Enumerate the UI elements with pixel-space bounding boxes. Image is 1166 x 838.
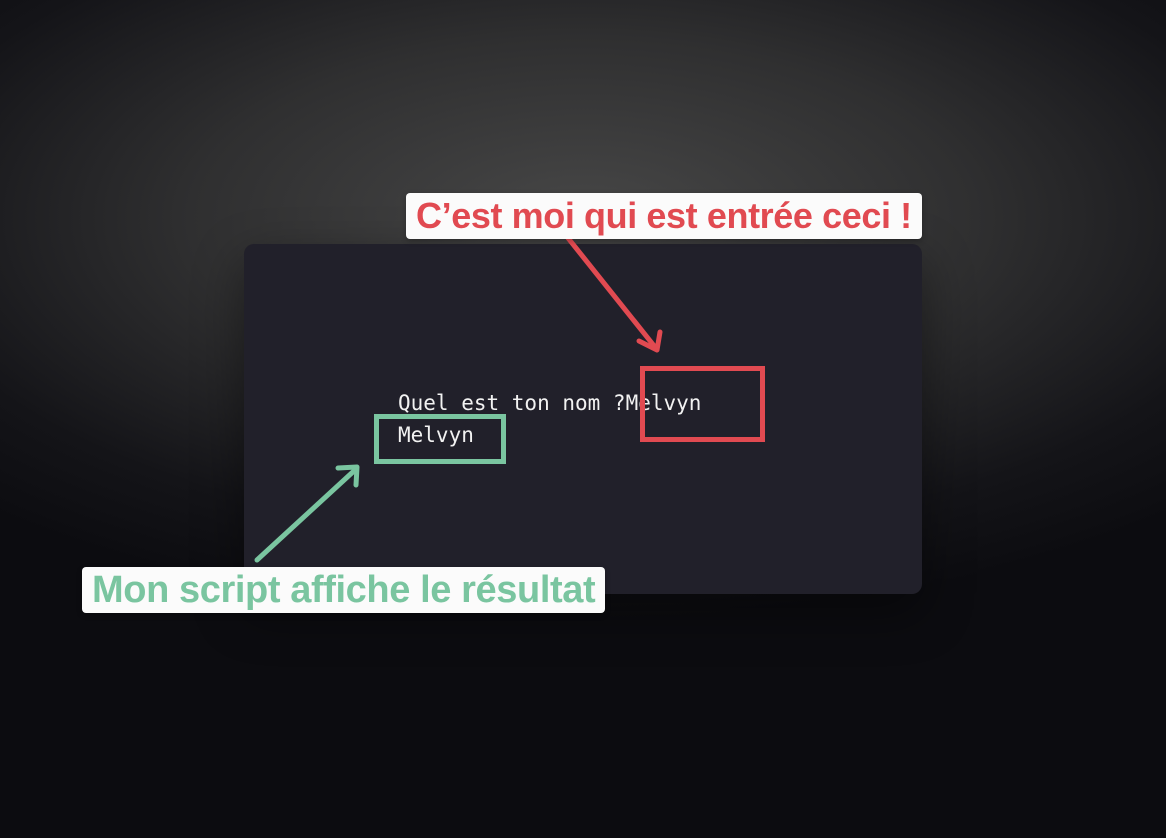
- terminal-window: Quel est ton nom ?Melvyn Melvyn: [244, 244, 922, 594]
- script-output-text: Melvyn: [398, 423, 474, 447]
- input-callout-label: C’est moi qui est entrée ceci !: [406, 193, 922, 239]
- user-input-text: Melvyn: [625, 391, 702, 415]
- prompt-text: Quel est ton nom ?: [398, 391, 626, 415]
- terminal-line-output: Melvyn: [398, 422, 474, 448]
- terminal-line-prompt: Quel est ton nom ?Melvyn: [398, 390, 701, 416]
- output-callout-label: Mon script affiche le résultat: [82, 567, 606, 613]
